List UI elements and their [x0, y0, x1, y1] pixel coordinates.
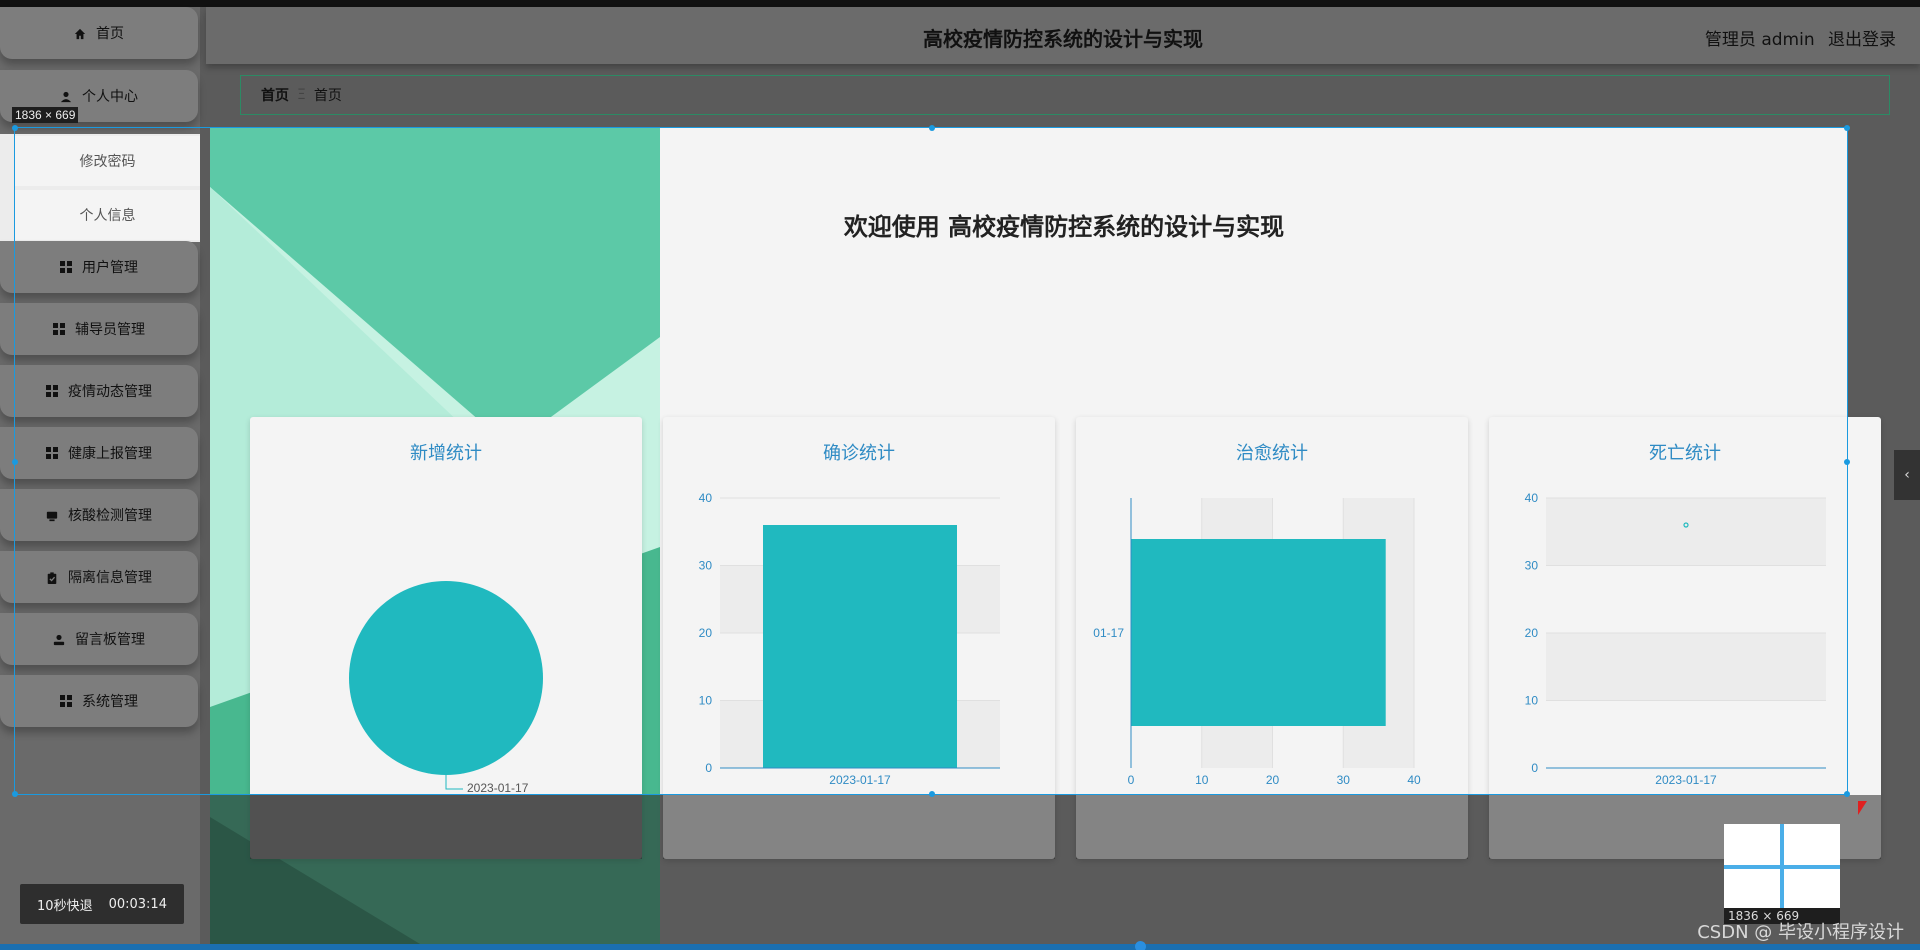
chart-card-new: 新增统计 2023-01-17: [250, 417, 642, 859]
grid-icon: [53, 323, 65, 335]
breadcrumb-separator: Ξ: [297, 87, 306, 103]
selection-size-label: 1836 × 669: [12, 107, 79, 123]
x-tick-label: 40: [1407, 773, 1421, 787]
x-tick-label: 20: [1266, 773, 1280, 787]
x-tick-label: 10: [1195, 773, 1209, 787]
chevron-left-icon: ‹: [1904, 467, 1910, 483]
user-icon: [60, 90, 72, 103]
sidebar-item-nucleic-test[interactable]: 核酸检测管理: [0, 489, 198, 541]
grid-icon: [60, 695, 72, 707]
sidebar-item-label: 辅导员管理: [75, 322, 145, 338]
submenu-change-password[interactable]: 修改密码: [15, 136, 200, 186]
x-tick-label: 2023-01-17: [1655, 773, 1717, 787]
sidebar-item-label: 健康上报管理: [68, 446, 152, 462]
bar: [1131, 539, 1386, 726]
breadcrumb-root[interactable]: 首页: [261, 85, 289, 105]
sidebar-item-label: 疫情动态管理: [68, 384, 152, 400]
y-tick-label: 40: [699, 491, 713, 505]
breadcrumb: 首页 Ξ 首页: [240, 75, 1890, 115]
sidebar-item-label: 首页: [96, 26, 124, 42]
y-tick-label: 0: [1531, 761, 1538, 775]
x-tick-label: 2023-01-17: [829, 773, 891, 787]
progress-handle[interactable]: [1135, 941, 1146, 950]
sidebar-item-health-report[interactable]: 健康上报管理: [0, 427, 198, 479]
top-strip: [0, 0, 1920, 7]
sidebar-item-label: 隔离信息管理: [68, 570, 152, 586]
mouse-cursor-icon: [1858, 801, 1867, 815]
watermark: CSDN @ 毕设小程序设计: [1697, 922, 1904, 943]
horizontal-bar-chart: 0 10 20 30 40 01-17: [1093, 498, 1421, 787]
grid-icon: [46, 447, 58, 459]
welcome-heading: 欢迎使用 高校疫情防控系统的设计与实现: [843, 213, 1285, 241]
chart-card-deaths: 死亡统计 0 10 20 30 40 2023-01-17: [1489, 417, 1881, 859]
y-tick-label: 0: [705, 761, 712, 775]
home-icon: [74, 27, 86, 40]
sidebar-item-home[interactable]: 首页: [0, 7, 198, 59]
rewind-label: 10秒快退: [37, 898, 93, 914]
grid-icon: [60, 261, 72, 273]
y-tick-label: 40: [1525, 491, 1539, 505]
submenu-personal-info[interactable]: 个人信息: [15, 190, 200, 240]
y-tick-label: 20: [1525, 626, 1539, 640]
y-tick-label: 30: [1525, 559, 1539, 573]
monitor-icon: [46, 509, 58, 522]
chart-card-confirmed: 确诊统计 0 10 20 30 40 2023-01-17: [663, 417, 1055, 859]
dim-overlay: [210, 795, 660, 950]
video-progress-bar[interactable]: [0, 944, 1920, 950]
grid-band: [1546, 633, 1826, 701]
x-tick-label: 30: [1337, 773, 1351, 787]
crosshair-horizontal: [1724, 865, 1840, 869]
chart-card-cured: 治愈统计 0 10 20 30 40 01-17: [1076, 417, 1468, 859]
breadcrumb-current: 首页: [313, 88, 342, 104]
sidebar: 首页 个人中心 修改密码 个人信息 用户管理 辅导员管理 疫情动态管理 健康上报…: [0, 7, 200, 950]
sidebar-item-epidemic-news[interactable]: 疫情动态管理: [0, 365, 198, 417]
x-tick-label: 0: [1128, 773, 1135, 787]
header-user-area: 管理员 admin 退出登录: [1697, 25, 1896, 50]
bar-chart: 0 10 20 30 40 2023-01-17: [699, 491, 1000, 787]
sidebar-item-message-board[interactable]: 留言板管理: [0, 613, 198, 665]
sidebar-item-label: 留言板管理: [75, 632, 145, 648]
profile-submenu: 修改密码 个人信息: [0, 134, 200, 242]
sidebar-item-label: 个人中心: [82, 89, 138, 105]
sidebar-item-counselors[interactable]: 辅导员管理: [0, 303, 198, 355]
bar: [763, 525, 957, 768]
header: 高校疫情防控系统的设计与实现 管理员 admin 退出登录: [206, 7, 1920, 64]
collapse-tab[interactable]: ‹: [1894, 450, 1920, 500]
card-overlay: [1076, 795, 1468, 859]
magnifier-preview: [1724, 824, 1840, 910]
grid-band: [1546, 498, 1826, 566]
y-tick-label: 30: [699, 559, 713, 573]
y-tick-label: 20: [699, 626, 713, 640]
pie-chart: 2023-01-17: [349, 581, 543, 795]
rewind-timer[interactable]: 10秒快退 00:03:14: [20, 884, 184, 924]
sidebar-item-users[interactable]: 用户管理: [0, 241, 198, 293]
sidebar-item-label: 用户管理: [82, 260, 138, 276]
clipboard-icon: [46, 571, 58, 584]
person-icon: [53, 633, 65, 646]
pie-label: 2023-01-17: [467, 781, 529, 795]
page-title: 高校疫情防控系统的设计与实现: [923, 27, 1203, 51]
logout-link[interactable]: 退出登录: [1828, 30, 1896, 50]
grid-icon: [46, 385, 58, 397]
user-name: 管理员 admin: [1704, 30, 1815, 50]
y-tick-label: 10: [1525, 694, 1539, 708]
pie-slice[interactable]: [349, 581, 543, 775]
sidebar-item-quarantine[interactable]: 隔离信息管理: [0, 551, 198, 603]
pie-label-leader: [445, 775, 463, 790]
sidebar-item-label: 系统管理: [82, 694, 138, 710]
sidebar-item-label: 核酸检测管理: [68, 508, 152, 524]
sidebar-item-system[interactable]: 系统管理: [0, 675, 198, 727]
scatter-chart: 0 10 20 30 40 2023-01-17: [1525, 491, 1826, 787]
playback-time: 00:03:14: [108, 896, 167, 912]
card-overlay: [663, 795, 1055, 859]
y-tick-label: 10: [699, 694, 713, 708]
y-tick-label: 01-17: [1093, 626, 1124, 640]
